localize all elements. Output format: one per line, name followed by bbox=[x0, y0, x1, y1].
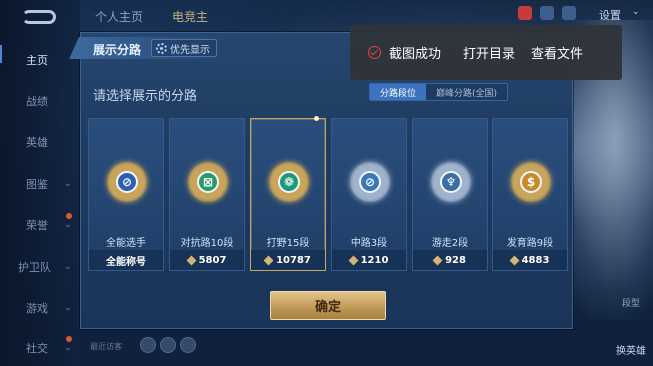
tab-peak-lane[interactable]: 巅峰分路(全国) bbox=[426, 84, 508, 100]
avatar[interactable] bbox=[140, 337, 156, 353]
card-label: 中路3段 bbox=[350, 238, 388, 249]
nav-label: 英雄 bbox=[26, 136, 48, 149]
nav-label: 战绩 bbox=[26, 95, 48, 108]
nav-label: 主页 bbox=[26, 54, 48, 67]
confirm-button[interactable]: 确定 bbox=[270, 291, 386, 320]
notification-dot bbox=[66, 336, 72, 342]
card-footer: 全能称号 bbox=[89, 250, 163, 270]
card-footer-value: 4883 bbox=[521, 254, 550, 266]
priority-display-button[interactable]: 优先显示 bbox=[151, 39, 217, 57]
card-footer-value: 10787 bbox=[276, 254, 311, 266]
nav-label: 护卫队 bbox=[18, 261, 51, 274]
nav-item-honor[interactable]: 荣誉 ⌄ bbox=[0, 213, 80, 235]
lane-card-mid[interactable]: ⊘ 中路3段 1210 bbox=[331, 118, 407, 271]
nav-label: 游戏 bbox=[26, 302, 48, 315]
selected-indicator bbox=[314, 116, 319, 121]
nav-label: 荣誉 bbox=[26, 219, 48, 232]
notification-dot bbox=[66, 213, 72, 219]
badge-glyph: ⊠ bbox=[197, 171, 219, 193]
chevron-down-icon[interactable]: ⌄ bbox=[632, 7, 640, 17]
card-label: 对抗路10段 bbox=[180, 238, 234, 249]
gift-icon[interactable] bbox=[540, 6, 554, 20]
lane-card-roam[interactable]: ♆ 游走2段 928 bbox=[412, 118, 488, 271]
diamond-icon bbox=[263, 255, 274, 265]
card-footer-value: 5807 bbox=[198, 254, 227, 266]
dialog-title: 展示分路 bbox=[93, 43, 142, 57]
lane-card-allround[interactable]: ⊘ 全能选手 全能称号 bbox=[88, 118, 164, 271]
nav-label: 社交 bbox=[26, 342, 48, 355]
rank-mode-toggle: 分路段位 巅峰分路(全国) bbox=[369, 83, 509, 101]
lane-card-list: ⊘ 全能选手 全能称号 ⊠ 对抗路10段 5807 ❁ 打野15段 10787 … bbox=[88, 116, 568, 271]
farm-lane-badge-icon: $ bbox=[511, 162, 551, 202]
diamond-icon bbox=[432, 255, 443, 265]
card-label: 全能选手 bbox=[106, 238, 146, 249]
share-icon[interactable] bbox=[562, 6, 576, 20]
nav-item-home[interactable]: 主页 bbox=[0, 50, 80, 70]
avatar[interactable] bbox=[160, 337, 176, 353]
settings-button[interactable]: 设置 bbox=[599, 7, 621, 23]
roam-badge-icon: ♆ bbox=[431, 162, 471, 202]
nav-item-heroes[interactable]: 英雄 bbox=[0, 132, 80, 152]
diamond-icon bbox=[348, 255, 359, 265]
check-circle-icon bbox=[368, 46, 381, 59]
clash-lane-badge-icon: ⊠ bbox=[188, 162, 228, 202]
left-nav: 主页 战绩 英雄 图鉴 ⌄ 荣誉 ⌄ 护卫队 ⌄ 游戏 ⌄ 社交 ⌄ bbox=[0, 0, 80, 366]
badge-glyph: $ bbox=[520, 171, 542, 193]
nav-item-game[interactable]: 游戏 ⌄ bbox=[0, 298, 80, 318]
card-footer: 10787 bbox=[251, 250, 325, 270]
chevron-down-icon: ⌄ bbox=[64, 262, 72, 272]
nav-item-guard[interactable]: 护卫队 ⌄ bbox=[0, 257, 80, 277]
screenshot-toast: 截图成功 打开目录 查看文件 bbox=[350, 25, 622, 80]
mid-lane-badge-icon: ⊘ bbox=[350, 162, 390, 202]
dialog-subtitle: 请选择展示的分路 bbox=[93, 89, 198, 104]
chevron-down-icon: ⌄ bbox=[64, 220, 72, 230]
jungle-badge-icon: ❁ bbox=[269, 162, 309, 202]
diamond-icon bbox=[186, 255, 197, 265]
chevron-down-icon: ⌄ bbox=[64, 179, 72, 189]
tab-profile[interactable]: 个人主页 bbox=[95, 8, 143, 25]
card-footer: 4883 bbox=[493, 250, 567, 270]
card-footer-value: 1210 bbox=[360, 254, 389, 266]
card-footer-value: 928 bbox=[445, 254, 466, 266]
card-label: 游走2段 bbox=[431, 238, 469, 249]
chevron-down-icon: ⌄ bbox=[64, 303, 72, 313]
all-round-badge-icon: ⊘ bbox=[107, 162, 147, 202]
mail-icon[interactable] bbox=[518, 6, 532, 20]
lane-card-farm[interactable]: $ 发育路9段 4883 bbox=[492, 118, 568, 271]
change-hero-button[interactable]: 换英雄 bbox=[616, 342, 646, 357]
open-folder-link[interactable]: 打开目录 bbox=[463, 43, 515, 62]
nav-item-codex[interactable]: 图鉴 ⌄ bbox=[0, 174, 80, 194]
nav-label: 图鉴 bbox=[26, 178, 48, 191]
diamond-icon bbox=[509, 255, 520, 265]
badge-glyph: ⊘ bbox=[359, 171, 381, 193]
card-label: 发育路9段 bbox=[506, 238, 554, 249]
badge-glyph: ♆ bbox=[440, 171, 462, 193]
nav-item-social[interactable]: 社交 ⌄ bbox=[0, 336, 80, 358]
view-file-link[interactable]: 查看文件 bbox=[531, 43, 583, 62]
card-label: 打野15段 bbox=[266, 238, 310, 249]
tab-esports[interactable]: 电竞主 bbox=[172, 8, 208, 25]
card-footer: 5807 bbox=[170, 250, 244, 270]
lane-card-clash[interactable]: ⊠ 对抗路10段 5807 bbox=[169, 118, 245, 271]
back-logo-icon[interactable] bbox=[22, 10, 56, 24]
card-footer: 1210 bbox=[332, 250, 406, 270]
chevron-down-icon: ⌄ bbox=[64, 343, 72, 353]
hall-label[interactable]: 段型 bbox=[622, 296, 640, 309]
lane-card-jungle[interactable]: ❁ 打野15段 10787 bbox=[250, 116, 326, 271]
card-footer-text: 全能称号 bbox=[106, 256, 146, 268]
avatar[interactable] bbox=[180, 337, 196, 353]
tab-lane-rank[interactable]: 分路段位 bbox=[370, 84, 427, 100]
card-footer: 928 bbox=[413, 250, 487, 270]
badge-glyph: ⊘ bbox=[116, 171, 138, 193]
recent-visitors-label: 最近访客 bbox=[90, 342, 122, 351]
badge-glyph: ❁ bbox=[278, 171, 300, 193]
toast-message: 截图成功 bbox=[389, 47, 442, 62]
priority-label: 优先显示 bbox=[170, 44, 210, 56]
gear-icon bbox=[156, 42, 167, 54]
nav-item-record[interactable]: 战绩 bbox=[0, 91, 80, 111]
